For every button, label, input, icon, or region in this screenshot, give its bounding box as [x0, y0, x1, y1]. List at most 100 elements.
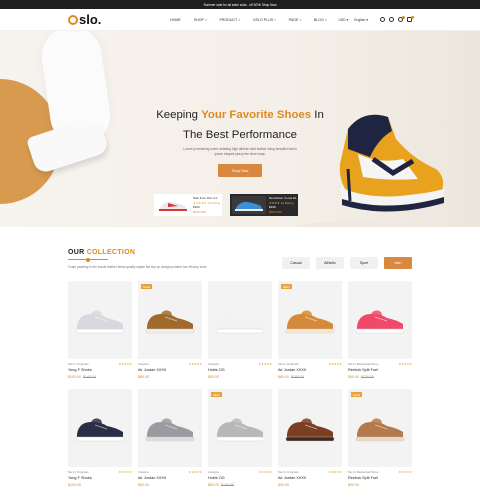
wishlist-badge — [401, 15, 405, 19]
product-category: Men's Originals — [68, 470, 89, 474]
product-tag: SALE — [141, 284, 153, 289]
product-image[interactable]: SALE — [138, 281, 202, 359]
header-icons — [380, 15, 414, 22]
featured-product-card-dark[interactable]: Revolution 4 Low Fit ★★★★ 14 Rating $299… — [230, 194, 299, 216]
product-image[interactable]: SALE — [348, 389, 412, 467]
product-price: $80.00 — [208, 375, 272, 379]
nav-product[interactable]: PRODUCT ▾ — [219, 18, 239, 22]
featured-product-card[interactable]: Nike Free Run 2.0 ★★★★★ 10 Rating $300 $… — [154, 194, 223, 216]
product-card[interactable]: Men's Originals ★★★★★ Air Jordan XXXII $90.… — [278, 389, 342, 487]
logo-mark — [68, 14, 78, 25]
filter-athletic[interactable]: Athletic — [316, 257, 344, 269]
product-name[interactable]: Air Jordan XXXII — [278, 476, 342, 480]
product-price: $90.00 — [348, 483, 412, 487]
product-card[interactable]: Men's Originals ★★★★★ Yong F Shoes $100.00 $… — [68, 281, 132, 379]
old-price: $140.00 — [83, 375, 96, 379]
product-image[interactable] — [138, 389, 202, 467]
mini-name: Nike Free Run 2.0 — [193, 196, 218, 200]
product-image[interactable] — [348, 281, 412, 359]
announcement-text[interactable]: Summer sale for all swim suits - off 30%… — [203, 3, 276, 7]
product-price: $80.00 $100.00 — [278, 375, 342, 379]
currency-select[interactable]: USD ▾ — [338, 18, 348, 22]
product-image[interactable]: NEW — [208, 389, 272, 467]
product-tag: NEW — [211, 392, 222, 397]
filter-casual[interactable]: Casual — [282, 257, 310, 269]
nav-shop[interactable]: SHOP ▾ — [194, 18, 207, 22]
section-title-b: COLLECTION — [86, 249, 136, 256]
product-category: Classics — [138, 470, 150, 474]
mini-name: Revolution 4 Low Fit — [269, 196, 297, 200]
collection-section: OUR COLLECTION Foam padding in the insol… — [68, 249, 412, 269]
product-image[interactable] — [68, 389, 132, 467]
hero-title-line2: The Best Performance — [183, 129, 297, 141]
user-icon[interactable] — [389, 17, 394, 22]
filter-man[interactable]: Man — [384, 257, 412, 269]
shop-now-button[interactable]: Shop Now — [218, 164, 262, 177]
shoe-image — [355, 310, 405, 334]
product-image[interactable] — [278, 389, 342, 467]
hero-title: Keeping Your Favorite Shoes In The Best … — [150, 105, 330, 145]
product-name[interactable]: Reebok Split Fuel — [348, 476, 412, 480]
product-card[interactable]: NEW Lifestyle ★★★★★ Hobis OG $80.00 $140.00 — [208, 389, 272, 487]
product-card[interactable]: Lifestyle ★★★★★ Hobis OG $80.00 — [208, 281, 272, 379]
nav-blog[interactable]: BLOG ▾ — [314, 18, 327, 22]
product-name[interactable]: Air Jordan XXXII — [278, 368, 342, 372]
product-card[interactable]: Classics ★★★★★ Air Jordan XXXII $60.00 — [138, 389, 202, 487]
hero-title-accent: Your Favorite Shoes — [201, 109, 312, 121]
cart-icon[interactable] — [407, 15, 414, 22]
product-name[interactable]: Yong F Shoes — [68, 476, 132, 480]
product-category: Lifestyle — [208, 470, 220, 474]
shoe-image — [215, 310, 265, 334]
hero-title-pre: Keeping — [156, 109, 202, 121]
product-tag: NEW — [281, 284, 292, 289]
chevron-down-icon: ▾ — [238, 17, 240, 22]
logo[interactable]: slo. — [68, 12, 158, 27]
product-name[interactable]: Hobis OG — [208, 368, 272, 372]
product-card[interactable]: Men's Originals ★★★★★ Yong F Shoes $100.00 — [68, 389, 132, 487]
wishlist-icon[interactable] — [398, 15, 405, 22]
product-name[interactable]: Reebok Split Fuel — [348, 368, 412, 372]
product-category: Men's Originals — [68, 362, 89, 366]
chevron-down-icon: ▾ — [204, 17, 207, 22]
product-card[interactable]: SALE Men's Basketball Shoe ★★★★★ Reebok Spl… — [348, 389, 412, 487]
product-grid-row-1: Men's Originals ★★★★★ Yong F Shoes $100.00 $… — [68, 281, 412, 379]
filter-sport[interactable]: Sport — [350, 257, 378, 269]
current-price: $90.00 — [278, 483, 289, 487]
nav-page[interactable]: PAGE ▾ — [289, 18, 301, 22]
product-card[interactable]: NEW Men's Originals ★★★★★ Air Jordan XXXII $… — [278, 281, 342, 379]
current-price: $60.00 — [138, 375, 149, 379]
main-nav: HOME SHOP ▾ PRODUCT ▾ OSLO PLUS ▾ PAGE ▾ BLO… — [158, 18, 338, 22]
old-price: $100.00 — [291, 375, 304, 379]
product-card[interactable]: SALE Classics ★★★★★ Air Jordan XXXII $60.00 — [138, 281, 202, 379]
rating-stars: ★★★★★ — [188, 470, 202, 474]
search-icon[interactable] — [380, 17, 385, 22]
nav-home[interactable]: HOME — [170, 18, 181, 22]
product-image[interactable] — [68, 281, 132, 359]
mini-old-price: $520 5lbs — [193, 209, 207, 214]
product-image[interactable] — [208, 281, 272, 359]
nav-oslo-plus[interactable]: OSLO PLUS ▾ — [253, 18, 276, 22]
title-underline — [68, 257, 108, 262]
current-price: $80.00 — [208, 483, 219, 487]
category-filters: Casual Athletic Sport Man — [282, 257, 412, 269]
current-price: $100.00 — [68, 483, 81, 487]
announcement-bar: Summer sale for all swim suits - off 30%… — [0, 0, 480, 9]
rating-stars: ★★★★★ — [118, 470, 132, 474]
rating-stars: ★★★★★ — [398, 362, 412, 366]
pedestal — [284, 221, 410, 227]
shoe-image — [75, 310, 125, 334]
shoe-image — [145, 418, 195, 442]
rating-stars: ★★★★★ — [398, 470, 412, 474]
product-card[interactable]: Men's Basketball Shoe ★★★★★ Reebok Split F… — [348, 281, 412, 379]
product-name[interactable]: Air Jordan XXXII — [138, 476, 202, 480]
product-category: Lifestyle — [208, 362, 220, 366]
product-name[interactable]: Air Jordan XXXII — [138, 368, 202, 372]
product-image[interactable]: NEW — [278, 281, 342, 359]
current-price: $90.00 — [348, 483, 359, 487]
product-price: $100.00 — [68, 483, 132, 487]
language-select[interactable]: English ▾ — [354, 18, 368, 22]
product-name[interactable]: Yong F Shoes — [68, 368, 132, 372]
old-price: $130.00 — [361, 375, 374, 379]
product-name[interactable]: Hobis OG — [208, 476, 272, 480]
site-header: slo. HOME SHOP ▾ PRODUCT ▾ OSLO PLUS ▾ PAGE… — [0, 9, 480, 31]
